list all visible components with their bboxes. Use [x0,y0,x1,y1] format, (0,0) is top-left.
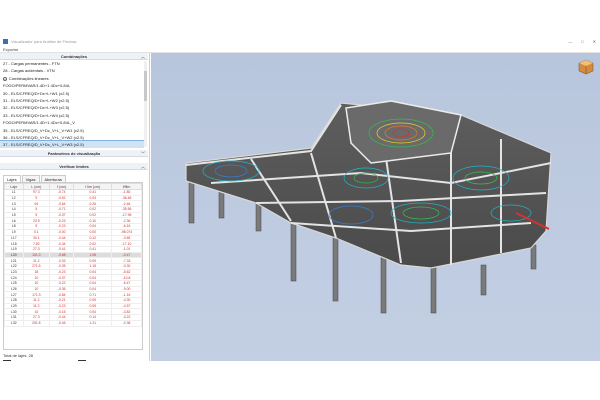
table-cell: 291.8 [22,319,51,327]
section-parametros[interactable]: Parâmetros de visualização ﹀ [0,150,148,157]
combination-item[interactable]: 33 - ELS/CFREQ/D+Dc+L+W4 (x2.5) [0,112,144,119]
combination-list: 27 - Cargas permanentes - FTN 28 - Cargas… [0,60,144,148]
combination-label: 32 - ELS/CFREQ/D+Dc+L+W3 (x2.5) [3,105,70,111]
table-row[interactable]: L32 291.8 -0.46 1.21 -0.38 [4,319,142,327]
combination-label: 28 - Cargas acidentais - VTN [3,68,55,74]
tab-lajes[interactable]: Lajes [3,175,21,182]
combination-label: 30 - ELS/CFREQ/D+Dc+L+W1 (x2.5) [3,90,70,96]
chevron-up-icon: ︿ [141,164,145,169]
combination-label: 36 - ELS/CFREQ/D_V+Dc_V+L_V+W2 (x2.5) [3,134,84,140]
app-icon [3,38,8,44]
combination-item[interactable]: − Combinações lineares [0,75,144,82]
menu-bar: Exportar [0,46,600,53]
collapse-icon[interactable]: − [3,76,7,81]
minimize-button[interactable]: — [568,39,572,44]
roof-slab [345,100,462,164]
close-button[interactable]: ✕ [593,39,596,44]
chevron-down-icon: ﹀ [141,151,145,156]
combination-item[interactable]: 31 - ELS/CFREQ/D+Dc+L+W2 (x2.5) [0,97,144,104]
maximize-button[interactable]: □ [581,39,583,44]
combination-item[interactable]: 32 - ELS/CFREQ/D+Dc+L+W3 (x2.5) [0,104,144,111]
scrollbar-thumb[interactable] [144,71,147,101]
combination-label: 31 - ELS/CFREQ/D+Dc+L+W2 (x2.5) [3,97,70,103]
combination-item[interactable]: 27 - Cargas permanentes - FTN [0,60,144,67]
tab-vigas[interactable]: Vigas [21,175,40,182]
structure-model[interactable] [151,53,600,361]
section-parametros-label: Parâmetros de visualização [47,151,101,156]
combination-item[interactable]: 35 - ELS/CFREQ/D_V+Dc_V+L_V+W1 (x2.5) [0,127,144,134]
menu-exportar[interactable]: Exportar [3,47,18,52]
combination-label: Combinações lineares [9,75,49,81]
table-cell: 1.21 [73,319,113,327]
combination-label: 27 - Cargas permanentes - FTN [3,61,60,66]
combination-item[interactable]: 36 - ELS/CFREQ/D_V+Dc_V+L_V+W2 (x2.5) [0,134,144,141]
tab-strip: Lajes Vigas Aberturas [3,175,67,182]
section-verificar[interactable]: Verificar limites ︿ [0,163,148,170]
combination-label: FOGO/PERMVAR/1.4D+1.4Dc+0.84L_V [3,120,75,126]
table-cell: -0.46 [49,319,75,327]
chevron-up-icon: ︿ [141,54,145,59]
combination-label: FOGO/PERMVAR/1.4D+1.4Dc+0.84L [3,83,71,89]
combination-item[interactable]: 30 - ELS/CFREQ/D+Dc+L+W1 (x2.5) [0,90,144,97]
window-controls: — □ ✕ [568,36,596,46]
combination-scrollbar[interactable] [144,61,147,147]
combination-label: 35 - ELS/CFREQ/D_V+Dc_V+L_V+W1 (x2.5) [3,127,84,133]
combination-label: 33 - ELS/CFREQ/D+Dc+L+W4 (x2.5) [3,112,70,118]
combination-item[interactable]: 28 - Cargas acidentais - VTN [0,67,144,74]
slab-table: Laje L (cm) f (cm) f lim (cm) f/flim L1 9… [3,182,143,350]
combination-item[interactable]: FOGO/PERMVAR/1.4D+1.4Dc+0.84L [0,82,144,89]
combination-label: 37 - ELS/CFREQ/D_V+Dc_V+L_V+W3 (x2.5) [3,142,84,148]
section-verificar-label: Verificar limites [59,164,89,169]
bottom-margin [0,361,600,400]
view-cube-icon[interactable] [578,59,594,75]
3d-viewport[interactable] [151,53,600,361]
combination-item[interactable]: 37 - ELS/CFREQ/D_V+Dc_V+L_V+W3 (x2.5) [0,140,144,148]
slab-count: Total de lajes: 28 [3,353,34,358]
section-combinacoes[interactable]: Combinações ︿ [0,53,148,60]
table-cell: -0.38 [111,319,142,327]
window-title: Visualizador para Análise de Flechas [11,38,77,44]
left-panel: Combinações ︿ 27 - Cargas permanentes - … [0,53,150,368]
title-bar: Visualizador para Análise de Flechas — □… [0,36,600,46]
combination-item[interactable]: FOGO/PERMVAR/1.4D+1.4Dc+0.84L_V [0,119,144,126]
table-cell: L32 [4,319,24,327]
tab-aberturas[interactable]: Aberturas [40,175,66,182]
section-combinacoes-label: Combinações [60,54,88,59]
